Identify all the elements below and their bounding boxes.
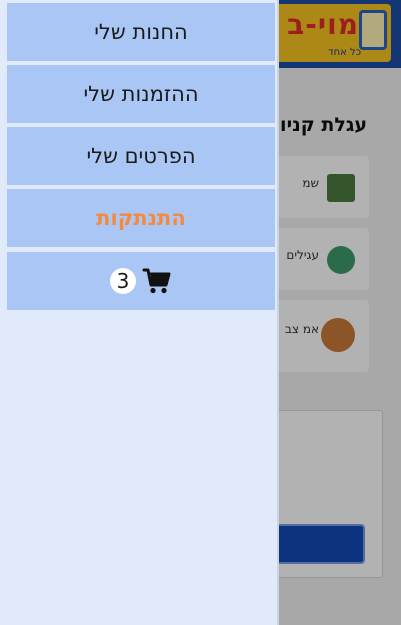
shopping-cart-icon — [142, 268, 171, 294]
menu-item-my-orders[interactable]: ההזמנות שלי — [7, 65, 275, 123]
menu-item-logout[interactable]: התנתקות — [7, 189, 275, 247]
menu-item-cart[interactable]: 3 — [7, 252, 275, 310]
menu-item-my-store[interactable]: החנות שלי — [7, 3, 275, 61]
menu-item-my-details[interactable]: הפרטים שלי — [7, 127, 275, 185]
cart-count-badge: 3 — [110, 268, 136, 294]
navigation-drawer: החנות שלי ההזמנות שלי הפרטים שלי התנתקות… — [0, 0, 279, 625]
